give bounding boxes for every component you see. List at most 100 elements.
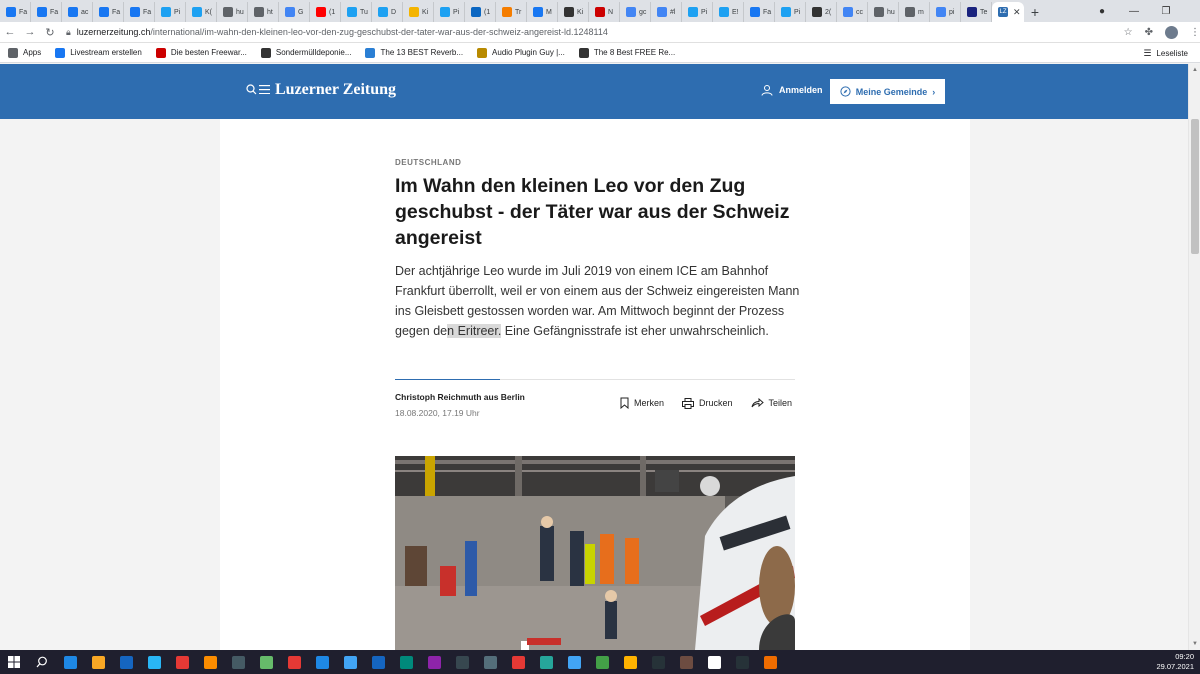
bookmark-item[interactable]: Livestream erstellen	[55, 47, 142, 58]
tab-title: Fa	[112, 8, 121, 16]
search-taskbar-button[interactable]	[28, 650, 56, 674]
browser-tab[interactable]: E!	[713, 2, 744, 22]
taskbar-app-button[interactable]	[672, 650, 700, 674]
extensions-icon[interactable]: ✤	[1145, 27, 1153, 38]
browser-tab[interactable]: Pi	[434, 2, 465, 22]
article-photo[interactable]	[395, 456, 795, 650]
taskbar-app-button[interactable]	[280, 650, 308, 674]
taskbar-app-button[interactable]	[532, 650, 560, 674]
browser-tab[interactable]: ht	[248, 2, 279, 22]
browser-tab[interactable]: N	[589, 2, 620, 22]
article-kicker[interactable]: DEUTSCHLAND	[395, 158, 461, 167]
browser-tab[interactable]: Fa	[124, 2, 155, 22]
browser-tab[interactable]: cc	[837, 2, 868, 22]
scrollbar-thumb[interactable]	[1191, 119, 1199, 254]
active-tab[interactable]: LZ ✕	[992, 2, 1024, 22]
close-tab-icon[interactable]: ✕	[1013, 7, 1021, 18]
taskbar-app-button[interactable]	[196, 650, 224, 674]
browser-tab[interactable]: Pi	[775, 2, 806, 22]
site-logo[interactable]: Luzerner Zeitung	[275, 81, 396, 99]
taskbar-app-button[interactable]	[420, 650, 448, 674]
page-scrollbar[interactable]: ▲ ▼	[1188, 64, 1200, 650]
taskbar-app-button[interactable]	[560, 650, 588, 674]
browser-tab[interactable]: (1	[310, 2, 341, 22]
browser-tab[interactable]: M	[527, 2, 558, 22]
reload-button[interactable]: ↻	[40, 26, 60, 39]
taskbar-app-button[interactable]	[728, 650, 756, 674]
url-path: /international/im-wahn-den-kleinen-leo-v…	[150, 27, 608, 37]
bookmark-item[interactable]: Audio Plugin Guy |...	[477, 47, 565, 58]
browser-tab[interactable]: Pi	[682, 2, 713, 22]
taskbar-app-button[interactable]	[252, 650, 280, 674]
bookmark-item[interactable]: Sondermülldeponie...	[260, 47, 351, 58]
taskbar-app-button[interactable]	[616, 650, 644, 674]
taskbar-app-button[interactable]	[84, 650, 112, 674]
browser-tab[interactable]: Fa	[744, 2, 775, 22]
scroll-down-arrow-icon[interactable]: ▼	[1189, 638, 1200, 650]
browser-tab[interactable]: Ki	[558, 2, 589, 22]
taskbar-app-button[interactable]	[224, 650, 252, 674]
start-button[interactable]	[0, 650, 28, 674]
taskbar-app-button[interactable]	[588, 650, 616, 674]
bookmark-star-icon[interactable]: ☆	[1124, 27, 1133, 38]
browser-tab[interactable]: G	[279, 2, 310, 22]
browser-tab[interactable]: gc	[620, 2, 651, 22]
reading-list-button[interactable]: ☰ Leseliste	[1143, 43, 1188, 63]
browser-tab[interactable]: Tu	[341, 2, 372, 22]
taskbar-app-button[interactable]	[392, 650, 420, 674]
browser-tab[interactable]: 2(	[806, 2, 837, 22]
system-clock[interactable]: 09:20 29.07.2021	[1156, 652, 1194, 672]
taskbar-app-button[interactable]	[336, 650, 364, 674]
browser-tab[interactable]: #l	[651, 2, 682, 22]
taskbar-app-button[interactable]	[644, 650, 672, 674]
browser-tab[interactable]: Tr	[496, 2, 527, 22]
browser-tab[interactable]: D	[372, 2, 403, 22]
restore-button[interactable]: ❐	[1150, 6, 1182, 17]
browser-tab[interactable]: Fa	[0, 2, 31, 22]
taskbar-app-button[interactable]	[140, 650, 168, 674]
minimize-button[interactable]: —	[1118, 6, 1150, 17]
print-button[interactable]: Drucken	[682, 397, 733, 409]
taskbar-app-button[interactable]	[112, 650, 140, 674]
save-button[interactable]: Merken	[620, 397, 664, 409]
browser-tab[interactable]: Ki	[403, 2, 434, 22]
browser-menu-icon[interactable]: ⋮	[1190, 27, 1200, 38]
taskbar-app-button[interactable]	[700, 650, 728, 674]
browser-tab[interactable]: K(	[186, 2, 217, 22]
bookmark-item[interactable]: Apps	[8, 47, 41, 58]
my-community-button[interactable]: Meine Gemeinde ›	[830, 79, 945, 104]
browser-tab[interactable]: pi	[930, 2, 961, 22]
scroll-up-arrow-icon[interactable]: ▲	[1189, 64, 1200, 76]
taskbar-app-button[interactable]	[56, 650, 84, 674]
bookmark-item[interactable]: The 8 Best FREE Re...	[578, 47, 675, 58]
browser-tab[interactable]: (1	[465, 2, 496, 22]
forward-button[interactable]: →	[20, 26, 40, 38]
browser-tab[interactable]: hu	[868, 2, 899, 22]
taskbar-app-button[interactable]	[308, 650, 336, 674]
clock-date: 29.07.2021	[1156, 662, 1194, 671]
taskbar-app-button[interactable]	[476, 650, 504, 674]
browser-tab[interactable]: Fa	[31, 2, 62, 22]
taskbar-app-button[interactable]	[504, 650, 532, 674]
browser-tab[interactable]: ac	[62, 2, 93, 22]
tab-search-icon[interactable]: ●	[1086, 6, 1118, 17]
browser-tab[interactable]: m	[899, 2, 930, 22]
bookmark-item[interactable]: The 13 BEST Reverb...	[365, 47, 463, 58]
share-button[interactable]: Teilen	[751, 397, 792, 409]
taskbar-app-button[interactable]	[756, 650, 784, 674]
browser-tab[interactable]: hu	[217, 2, 248, 22]
taskbar-app-button[interactable]	[364, 650, 392, 674]
back-button[interactable]: ←	[0, 26, 20, 38]
url-field[interactable]: 🔒︎ luzernerzeitung.ch/international/im-w…	[66, 23, 1106, 41]
browser-tab[interactable]: Te	[961, 2, 992, 22]
new-tab-button[interactable]: +	[1024, 2, 1046, 22]
taskbar-app-button[interactable]	[448, 650, 476, 674]
browser-tab[interactable]: Pi	[155, 2, 186, 22]
search-menu-button[interactable]	[246, 84, 270, 95]
taskbar-app-button[interactable]	[168, 650, 196, 674]
login-link[interactable]: Anmelden	[761, 84, 823, 96]
profile-avatar[interactable]	[1165, 25, 1179, 39]
lock-icon[interactable]: 🔒︎	[66, 27, 71, 38]
browser-tab[interactable]: Fa	[93, 2, 124, 22]
bookmark-item[interactable]: Die besten Freewar...	[155, 47, 247, 58]
